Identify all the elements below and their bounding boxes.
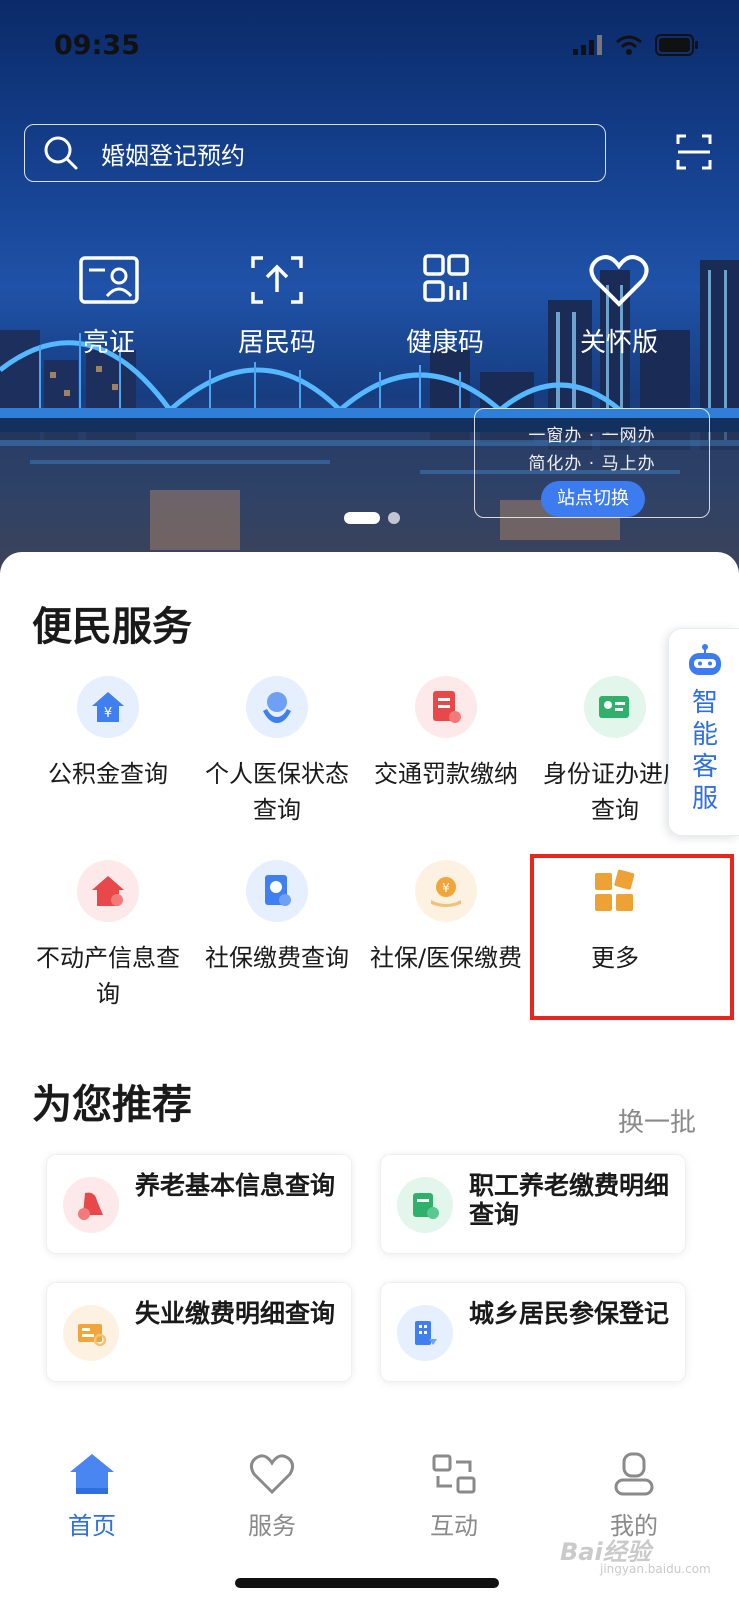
battery-icon <box>655 34 698 56</box>
service-label: 社保缴费查询 <box>205 944 349 972</box>
station-switch-button[interactable]: 站点切换 <box>541 481 645 517</box>
watermark-url: jingyan.baidu.com <box>600 1562 711 1576</box>
scan-icon[interactable] <box>676 134 712 170</box>
svg-text:¥: ¥ <box>442 881 450 895</box>
heart-icon <box>589 255 649 307</box>
wifi-icon <box>616 35 642 55</box>
recommend-insurance-register[interactable]: 城乡居民参保登记 <box>380 1282 686 1382</box>
station-card: 一窗办 · 一网办 简化办 · 马上办 站点切换 <box>474 408 710 518</box>
carousel-dot-active <box>344 512 380 524</box>
pension-info-icon <box>63 1177 119 1233</box>
social-security-icon <box>246 860 308 922</box>
quick-action-show-id[interactable]: 亮证 <box>34 252 184 359</box>
signal-icon <box>573 35 602 55</box>
tab-label: 首页 <box>68 1512 116 1540</box>
housing-fund-icon: ¥ <box>77 676 139 738</box>
service-label: 公积金查询 <box>48 760 168 788</box>
service-insurance-payment[interactable]: ¥ 社保/医保缴费 <box>366 860 526 976</box>
id-card-progress-icon <box>584 676 646 738</box>
highlight-more-box <box>530 854 734 1020</box>
recommend-pension-info[interactable]: 养老基本信息查询 <box>46 1154 352 1254</box>
id-card-icon <box>79 256 139 304</box>
quick-action-care-mode[interactable]: 关怀版 <box>544 252 694 359</box>
hero-banner[interactable]: 09:35 婚姻登记预约 亮证 居民码 健康码 关怀版 一窗办 · 一网办 简化… <box>0 0 739 600</box>
upload-code-icon <box>251 256 303 304</box>
service-label: 交通罚款缴纳 <box>374 760 518 788</box>
traffic-fine-icon <box>415 676 477 738</box>
tab-interact[interactable]: 互动 <box>394 1452 514 1541</box>
tab-services[interactable]: 服务 <box>212 1452 332 1541</box>
recommend-label: 失业缴费明细查询 <box>135 1299 336 1328</box>
real-estate-icon <box>77 860 139 922</box>
recommend-pension-payment[interactable]: 职工养老缴费明细查询 <box>380 1154 686 1254</box>
robot-icon <box>689 644 721 675</box>
recommend-label: 养老基本信息查询 <box>135 1171 336 1200</box>
service-label: 个人医保状态查询 <box>205 760 349 824</box>
search-input[interactable]: 婚姻登记预约 <box>24 124 606 182</box>
tab-label: 服务 <box>248 1512 296 1540</box>
search-icon <box>44 136 78 170</box>
medical-insurance-icon <box>246 676 308 738</box>
home-indicator <box>235 1578 499 1588</box>
service-traffic-fine[interactable]: 交通罚款缴纳 <box>366 676 526 792</box>
tab-label: 互动 <box>430 1512 478 1540</box>
insurance-register-icon <box>397 1305 453 1361</box>
tab-profile[interactable]: 我的 <box>574 1452 694 1541</box>
status-time: 09:35 <box>54 30 140 61</box>
section-title-convenience: 便民服务 <box>32 604 192 650</box>
quick-action-resident-code[interactable]: 居民码 <box>202 252 352 359</box>
service-label: 不动产信息查询 <box>36 944 180 1008</box>
interact-icon <box>432 1454 476 1494</box>
status-bar: 09:35 <box>0 0 739 90</box>
smart-service-label: 智能客服 <box>691 688 718 814</box>
smart-service-button[interactable]: 智能客服 <box>668 628 739 836</box>
quick-action-health-code[interactable]: 健康码 <box>370 252 520 359</box>
quick-action-label: 健康码 <box>405 328 484 358</box>
station-slogan-1: 一窗办 · 一网办 <box>528 426 656 446</box>
service-medical-status[interactable]: 个人医保状态查询 <box>197 676 357 828</box>
service-housing-fund[interactable]: ¥ 公积金查询 <box>28 676 188 792</box>
recommend-label: 城乡居民参保登记 <box>469 1299 670 1328</box>
status-icons <box>573 34 699 56</box>
service-social-security[interactable]: 社保缴费查询 <box>197 860 357 976</box>
search-placeholder: 婚姻登记预约 <box>101 141 245 170</box>
qr-code-icon <box>423 254 469 302</box>
payment-coin-icon: ¥ <box>415 860 477 922</box>
refresh-button[interactable]: 换一批 <box>618 1102 696 1139</box>
recommend-label: 职工养老缴费明细查询 <box>469 1171 670 1229</box>
home-icon <box>70 1454 114 1494</box>
carousel-dot <box>388 512 400 524</box>
service-label: 社保/医保缴费 <box>369 944 523 972</box>
recommend-unemployment[interactable]: 失业缴费明细查询 <box>46 1282 352 1382</box>
tab-home[interactable]: 首页 <box>32 1452 152 1541</box>
svg-text:¥: ¥ <box>104 706 112 721</box>
unemployment-icon <box>63 1305 119 1361</box>
service-real-estate[interactable]: 不动产信息查询 <box>28 860 188 1012</box>
section-title-recommend: 为您推荐 <box>32 1082 192 1128</box>
profile-icon <box>614 1452 654 1496</box>
quick-action-label: 亮证 <box>82 328 135 358</box>
station-slogan-2: 简化办 · 马上办 <box>528 454 656 474</box>
heart-outline-icon <box>249 1454 295 1495</box>
quick-action-label: 居民码 <box>237 328 316 358</box>
quick-action-label: 关怀版 <box>579 328 658 358</box>
carousel-indicator <box>344 512 400 524</box>
pension-payment-icon <box>397 1177 453 1233</box>
